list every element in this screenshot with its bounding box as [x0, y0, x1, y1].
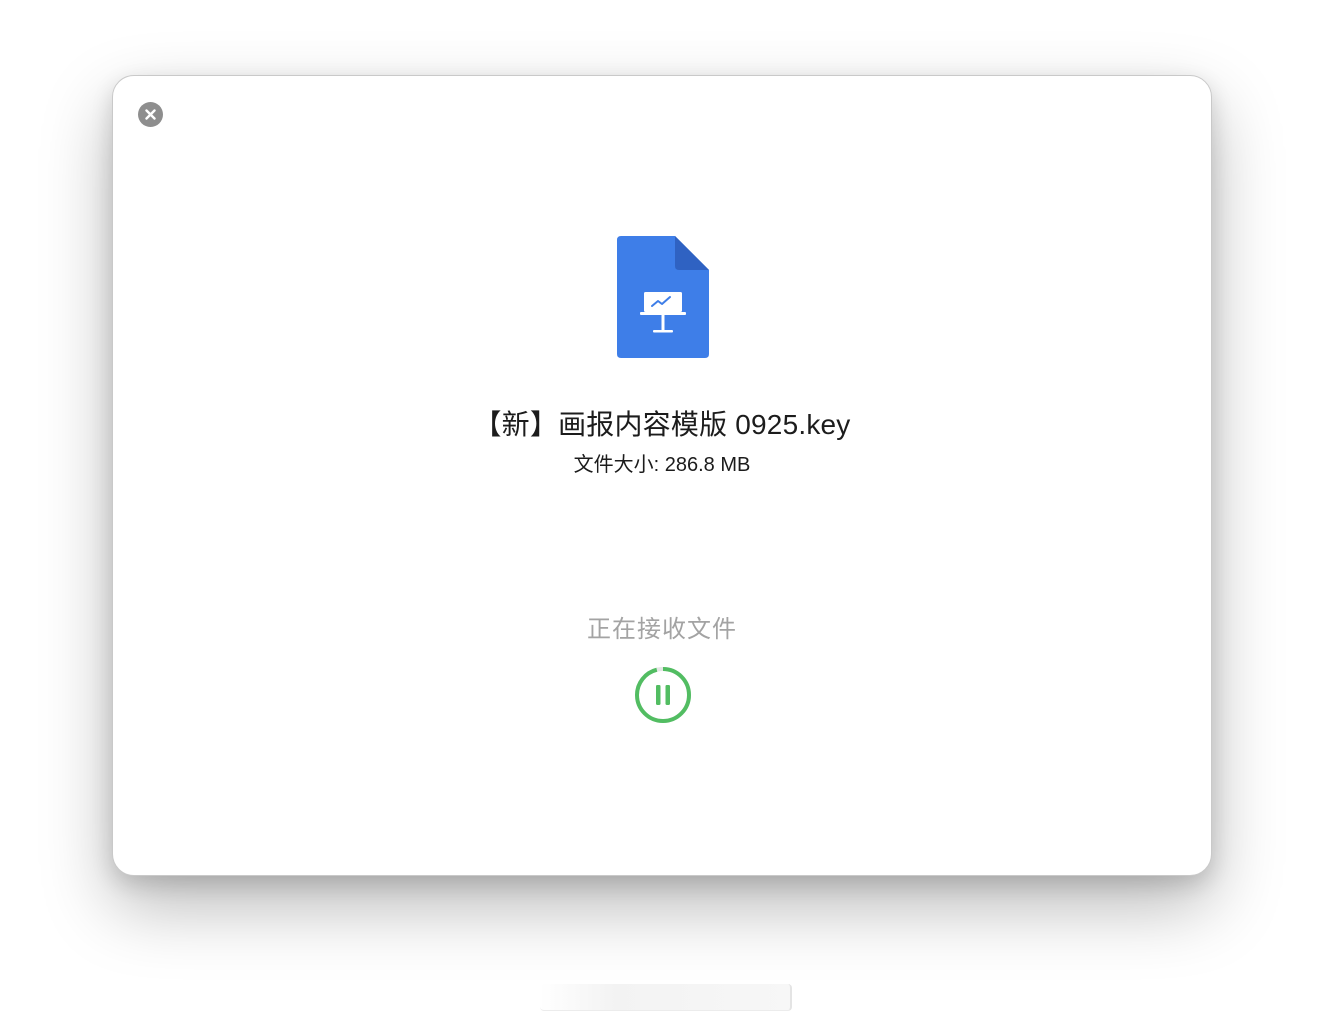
background-window-edge: [540, 984, 792, 1011]
file-name: 【新】画报内容模版 0925.key: [473, 409, 851, 440]
transfer-status: 正在接收文件: [587, 616, 737, 643]
file-transfer-dialog: 【新】画报内容模版 0925.key 文件大小: 286.8 MB 正在接收文件: [112, 75, 1212, 876]
pause-icon: [656, 685, 670, 705]
keynote-file-icon: [617, 236, 709, 358]
close-button[interactable]: [138, 102, 163, 127]
pause-button[interactable]: [633, 665, 693, 725]
screen: 【新】画报内容模版 0925.key 文件大小: 286.8 MB 正在接收文件: [0, 0, 1324, 1024]
progress-arc: [635, 667, 691, 723]
file-size: 文件大小: 286.8 MB: [573, 454, 751, 476]
close-icon: [145, 109, 156, 120]
